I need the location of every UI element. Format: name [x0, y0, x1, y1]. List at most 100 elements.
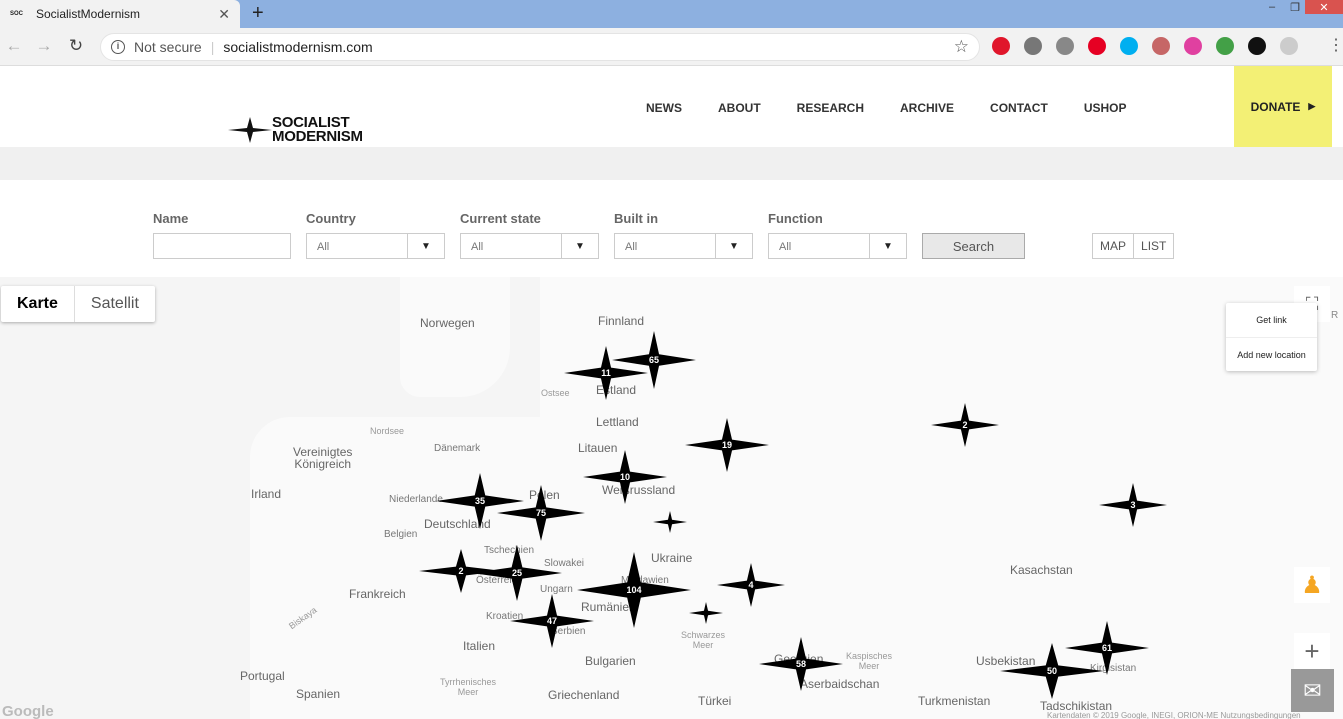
cluster-marker[interactable]: 3 [1099, 483, 1167, 527]
map-type-satellit[interactable]: Satellit [73, 286, 155, 322]
browser-tab[interactable]: SOC SocialistModernism ✕ [0, 0, 240, 28]
label-schwarzes-line1: Schwarzes [681, 630, 726, 640]
bookmark-star-icon[interactable]: ☆ [954, 37, 969, 57]
label-kaspisches-line1: Kaspisches [846, 651, 893, 661]
map-canvas[interactable]: Karte Satellit ⛶ R Get link Add new loca… [0, 277, 1343, 719]
security-label: Not secure [134, 39, 202, 55]
back-arrow-icon[interactable]: ← [4, 36, 24, 56]
info-icon[interactable]: i [111, 40, 125, 54]
mail-ext-icon[interactable] [1216, 37, 1234, 55]
chevron-down-icon[interactable]: ▼ [561, 234, 598, 258]
add-location-item[interactable]: Add new location [1226, 337, 1317, 371]
skype-icon[interactable] [1120, 37, 1138, 55]
cluster-marker[interactable]: 2 [931, 403, 999, 447]
nav-contact[interactable]: CONTACT [990, 101, 1048, 115]
tab-strip: SOC SocialistModernism ✕ + – ❐ ✕ [0, 0, 1343, 28]
cluster-count: 104 [626, 585, 642, 595]
address-bar[interactable]: i Not secure | socialistmodernism.com ☆ [100, 33, 980, 61]
function-label: Function [768, 211, 823, 226]
label-portugal: Portugal [240, 669, 285, 683]
profile-icon[interactable] [1280, 37, 1298, 55]
map-view-button[interactable]: MAP [1093, 234, 1133, 258]
get-link-item[interactable]: Get link [1226, 303, 1317, 337]
cluster-count: 58 [795, 659, 806, 669]
opera-icon[interactable] [992, 37, 1010, 55]
cluster-marker[interactable]: 19 [685, 418, 769, 472]
new-tab-icon[interactable]: + [252, 2, 264, 24]
logo-text: SOCIALIST MODERNISM [272, 115, 363, 144]
built-in-label: Built in [614, 211, 659, 226]
url-text[interactable]: socialistmodernism.com [223, 39, 953, 55]
label-kaspisches-meer: Kaspisches Meer [846, 651, 892, 671]
label-daenemark: Dänemark [434, 443, 481, 454]
label-belgien: Belgien [384, 529, 418, 540]
list-view-button[interactable]: LIST [1133, 234, 1173, 258]
chevron-down-icon[interactable]: ▼ [407, 234, 444, 258]
play-triangle-icon: ▶ [1308, 101, 1316, 111]
label-italien: Italien [463, 639, 496, 653]
browser-menu-icon[interactable]: ⋮ [1328, 38, 1343, 54]
chevron-down-icon[interactable]: ▼ [715, 234, 752, 258]
tab-close-icon[interactable]: ✕ [218, 6, 230, 23]
cluster-marker[interactable]: 25 [472, 545, 562, 601]
sh-icon[interactable] [1248, 37, 1266, 55]
main-navigation: NEWS ABOUT RESEARCH ARCHIVE CONTACT USHOP [646, 101, 1163, 115]
window-restore-icon[interactable]: ❐ [1285, 0, 1305, 14]
site-logo[interactable]: SOCIALIST MODERNISM [228, 115, 363, 144]
label-kasachstan: Kasachstan [1010, 563, 1073, 577]
search-filter-bar: Name Country All ▼ Current state All ▼ B… [0, 180, 1343, 277]
forward-arrow-icon[interactable]: → [34, 36, 54, 56]
map-type-karte[interactable]: Karte [1, 286, 74, 322]
label-griechenland: Griechenland [548, 688, 620, 702]
label-spanien: Spanien [296, 687, 341, 701]
chevron-down-icon[interactable]: ▼ [869, 234, 906, 258]
function-value: All [779, 241, 792, 253]
cluster-marker[interactable]: 65 [612, 331, 696, 389]
mail-icon[interactable]: ✉ [1291, 669, 1334, 712]
nav-news[interactable]: NEWS [646, 101, 682, 115]
colorwheel-icon[interactable] [1184, 37, 1202, 55]
country-select[interactable]: All ▼ [306, 233, 445, 259]
cluster-count: 25 [511, 568, 522, 578]
window-close-icon[interactable]: ✕ [1305, 0, 1343, 14]
pinterest-icon[interactable] [1088, 37, 1106, 55]
location-marker[interactable] [653, 511, 687, 533]
donate-button[interactable]: DONATE ▶ [1234, 66, 1332, 147]
nav-ushop[interactable]: USHOP [1084, 101, 1127, 115]
built-in-select[interactable]: All ▼ [614, 233, 753, 259]
cluster-marker[interactable]: 75 [497, 485, 585, 541]
cluster-marker[interactable]: 10 [583, 450, 667, 504]
cluster-marker[interactable]: 61 [1065, 621, 1149, 675]
cluster-count: 4 [748, 580, 754, 590]
drive-icon[interactable] [1056, 37, 1074, 55]
nav-research[interactable]: RESEARCH [797, 101, 864, 115]
nav-archive[interactable]: ARCHIVE [900, 101, 954, 115]
cluster-marker[interactable]: 104 [577, 552, 691, 628]
cluster-marker[interactable]: 58 [759, 637, 843, 691]
name-input[interactable] [153, 233, 291, 259]
cluster-marker[interactable]: 47 [510, 594, 594, 648]
label-kaspisches-line2: Meer [858, 661, 880, 671]
function-select[interactable]: All ▼ [768, 233, 907, 259]
pegman-icon[interactable]: ♟ [1294, 567, 1330, 603]
tab-title: SocialistModernism [36, 7, 141, 21]
label-frankreich: Frankreich [349, 587, 406, 601]
current-state-select[interactable]: All ▼ [460, 233, 599, 259]
pdf-icon[interactable] [1152, 37, 1170, 55]
zoom-in-icon[interactable]: + [1294, 633, 1330, 669]
label-vereinigtes-koenigreich: Vereinigtes Königreich [293, 446, 352, 470]
search-button[interactable]: Search [922, 233, 1025, 259]
record-icon[interactable] [1024, 37, 1042, 55]
location-marker[interactable] [689, 602, 723, 624]
window-minimize-icon[interactable]: – [1259, 0, 1285, 14]
site-favicon-icon: SOC [10, 11, 24, 17]
reload-icon[interactable]: ↻ [66, 36, 86, 56]
cluster-marker[interactable]: 4 [717, 563, 785, 607]
cluster-count: 75 [535, 508, 546, 518]
country-label: Country [306, 211, 356, 226]
label-tyrrhenisches-meer: Tyrrhenisches Meer [440, 677, 496, 697]
star-marker-icon [653, 511, 687, 533]
url-separator: | [210, 39, 215, 55]
google-logo: Google [2, 703, 54, 719]
nav-about[interactable]: ABOUT [718, 101, 761, 115]
